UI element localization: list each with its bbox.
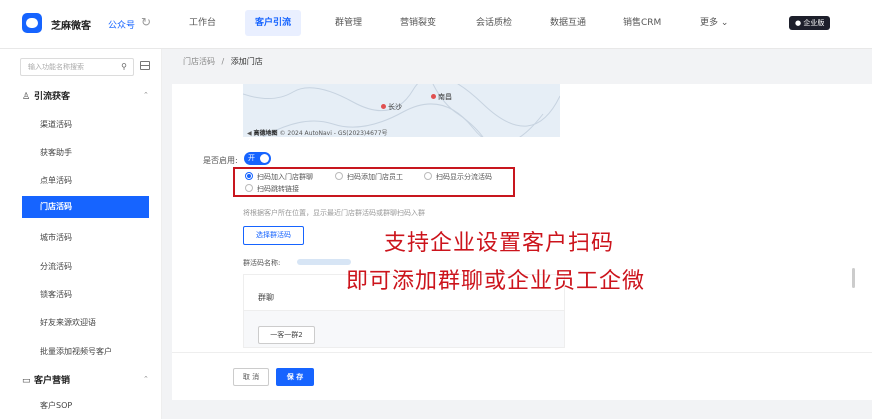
radio-icon xyxy=(245,184,253,192)
sidebar-group-label: 客户营销 xyxy=(34,376,71,386)
chevron-up-icon[interactable]: ⌃ xyxy=(143,375,149,383)
app-logo-icon xyxy=(22,13,42,33)
user-icon: ♙ xyxy=(22,92,31,102)
sidebar-collapse-icon[interactable] xyxy=(140,61,150,70)
group-code-name-label: 群活码名称: xyxy=(243,259,281,267)
enable-label: 是否启用: xyxy=(203,156,238,165)
select-group-code-button[interactable]: 选择群活码 xyxy=(243,226,304,245)
radio-join-store-group[interactable]: 扫码加入门店群聊 xyxy=(245,172,313,182)
cancel-button[interactable]: 取 消 xyxy=(233,368,269,386)
nav-session-quality[interactable]: 会话质检 xyxy=(466,10,522,36)
enable-toggle[interactable]: 开 xyxy=(244,152,271,165)
breadcrumb: 门店活码 / 添加门店 xyxy=(183,56,263,67)
location-map[interactable]: 长沙 南昌 ◀ 高德地图 © 2024 AutoNavi - GS(2023)4… xyxy=(243,84,560,137)
breadcrumb-separator: / xyxy=(221,57,225,66)
enterprise-badge: ● 企业版 xyxy=(789,16,831,30)
group-tag[interactable]: 一客一群2 xyxy=(258,326,315,344)
app-name: 芝麻微客 xyxy=(51,21,91,32)
radio-icon xyxy=(424,172,432,180)
account-type-switch[interactable]: 公众号 xyxy=(108,18,135,31)
sidebar-item-video-customers[interactable]: 批量添加视频号客户 xyxy=(40,346,112,357)
top-navigation-bar: 芝麻微客 公众号 ↻ 工作台 客户引流 群管理 营销裂变 会话质检 数据互通 销… xyxy=(0,0,872,49)
map-city-label: 长沙 xyxy=(381,102,402,112)
feature-search-input[interactable]: 输入功能名称搜索 ⚲ xyxy=(20,58,134,76)
nav-customer-acquisition[interactable]: 客户引流 xyxy=(245,10,302,36)
nav-workbench[interactable]: 工作台 xyxy=(179,10,226,36)
map-city-label: 南昌 xyxy=(431,92,452,102)
promo-caption-line1: 支持企业设置客户扫码 xyxy=(384,231,615,256)
sidebar-item-customer-sop[interactable]: 客户SOP xyxy=(40,400,72,411)
sidebar-group-customer-marketing[interactable]: ▭ 客户营销 xyxy=(22,373,70,386)
breadcrumb-parent[interactable]: 门店活码 xyxy=(183,57,215,66)
sidebar-group-label: 引流获客 xyxy=(34,92,71,102)
radio-add-store-staff[interactable]: 扫码添加门店员工 xyxy=(335,172,403,182)
sidebar: 输入功能名称搜索 ⚲ ♙ 引流获客 ⌃ 渠道活码 获客助手 点单活码 门店活码 城… xyxy=(0,49,162,419)
radio-show-split-code[interactable]: 扫码显示分流活码 xyxy=(424,172,492,182)
radio-selected-icon xyxy=(245,172,253,180)
calendar-icon: ▭ xyxy=(22,376,31,386)
sidebar-item-city-code[interactable]: 城市活码 xyxy=(40,232,72,243)
sidebar-item-welcome-message[interactable]: 好友来源欢迎语 xyxy=(40,317,96,328)
radio-icon xyxy=(335,172,343,180)
save-button[interactable]: 保 存 xyxy=(276,368,314,386)
radio-jump-link[interactable]: 扫码跳转链接 xyxy=(245,184,299,194)
sidebar-item-store-code[interactable]: 门店活码 xyxy=(22,196,149,218)
search-placeholder: 输入功能名称搜索 xyxy=(28,63,84,71)
breadcrumb-current: 添加门店 xyxy=(230,57,263,66)
search-icon[interactable]: ⚲ xyxy=(121,59,127,75)
promo-caption-line2: 即可添加群聊或企业员工企微 xyxy=(346,269,646,294)
chevron-up-icon[interactable]: ⌃ xyxy=(143,91,149,99)
scrollbar[interactable] xyxy=(852,268,855,288)
nav-group-management[interactable]: 群管理 xyxy=(325,10,372,36)
sidebar-item-acquisition-assistant[interactable]: 获客助手 xyxy=(40,147,72,158)
toggle-knob xyxy=(260,154,269,163)
sidebar-item-split-code[interactable]: 分流活码 xyxy=(40,261,72,272)
location-tip: 将根据客户所在位置，显示最近门店群活码或群聊扫码入群 xyxy=(243,209,425,217)
nav-sales-crm[interactable]: 销售CRM xyxy=(613,10,671,36)
sidebar-item-channel-code[interactable]: 渠道活码 xyxy=(40,119,72,130)
nav-marketing-fission[interactable]: 营销裂变 xyxy=(390,10,446,36)
refresh-icon[interactable]: ↻ xyxy=(141,15,151,29)
sidebar-group-lead-acquisition[interactable]: ♙ 引流获客 xyxy=(22,89,70,102)
group-code-name-value xyxy=(297,259,351,265)
nav-more-dropdown[interactable]: 更多 ⌄ xyxy=(690,10,738,36)
nav-data-sync[interactable]: 数据互通 xyxy=(540,10,596,36)
sidebar-item-order-code[interactable]: 点单活码 xyxy=(40,175,72,186)
group-card-title: 群聊 xyxy=(258,293,274,302)
sidebar-item-lock-customer-code[interactable]: 锁客活码 xyxy=(40,289,72,300)
toggle-label: 开 xyxy=(248,154,255,162)
map-credit: ◀ 高德地图 © 2024 AutoNavi - GS(2023)4677号 xyxy=(247,130,388,137)
